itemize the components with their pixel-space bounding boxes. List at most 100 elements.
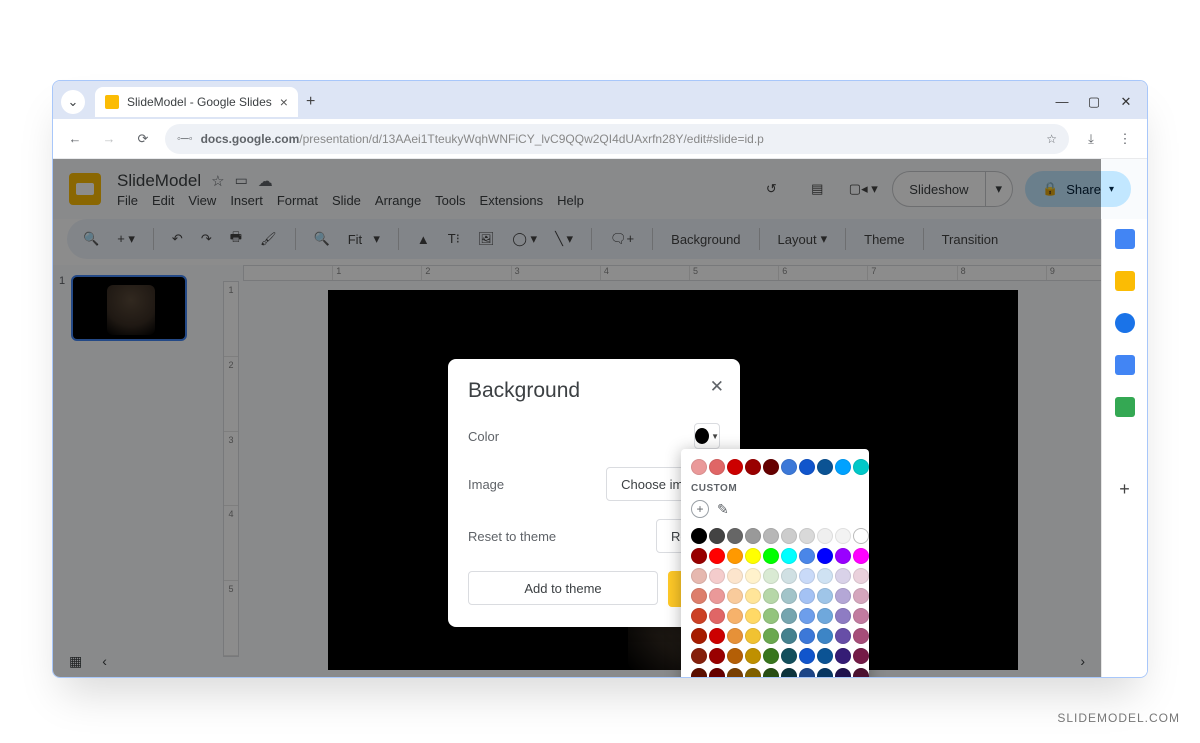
color-swatch[interactable]: [853, 628, 869, 644]
color-swatch[interactable]: [817, 608, 833, 624]
color-swatch[interactable]: [709, 628, 725, 644]
color-swatch[interactable]: [745, 668, 761, 678]
color-swatch[interactable]: [799, 628, 815, 644]
color-swatch[interactable]: [853, 588, 869, 604]
color-swatch[interactable]: [709, 459, 725, 475]
color-swatch[interactable]: [853, 668, 869, 678]
back-button[interactable]: ←: [63, 127, 87, 151]
add-to-theme-button[interactable]: Add to theme: [468, 571, 658, 605]
color-swatch[interactable]: [691, 528, 707, 544]
color-swatch[interactable]: [691, 608, 707, 624]
reload-button[interactable]: ⟳: [131, 127, 155, 151]
color-swatch[interactable]: [691, 568, 707, 584]
color-swatch[interactable]: [691, 648, 707, 664]
close-tab-icon[interactable]: ×: [280, 94, 288, 110]
dialog-close-icon[interactable]: ✕: [710, 377, 724, 397]
color-swatch[interactable]: [745, 628, 761, 644]
color-swatch[interactable]: [727, 548, 743, 564]
color-swatch[interactable]: [799, 568, 815, 584]
color-swatch[interactable]: [763, 668, 779, 678]
color-swatch[interactable]: [709, 528, 725, 544]
color-swatch[interactable]: [709, 608, 725, 624]
color-swatch[interactable]: [781, 568, 797, 584]
eyedropper-icon[interactable]: ✎: [717, 501, 729, 518]
add-custom-color-icon[interactable]: +: [691, 500, 709, 518]
color-swatch[interactable]: [835, 588, 851, 604]
color-swatch[interactable]: [817, 668, 833, 678]
color-swatch[interactable]: [781, 528, 797, 544]
color-swatch[interactable]: [763, 648, 779, 664]
color-swatch[interactable]: [835, 568, 851, 584]
color-swatch[interactable]: [835, 528, 851, 544]
color-swatch[interactable]: [727, 528, 743, 544]
site-info-icon[interactable]: ◦─◦: [177, 133, 193, 145]
calendar-icon[interactable]: [1115, 229, 1135, 249]
color-swatch[interactable]: [709, 588, 725, 604]
color-swatch[interactable]: [745, 459, 761, 475]
color-swatch[interactable]: [817, 588, 833, 604]
color-swatch[interactable]: [709, 548, 725, 564]
color-swatch[interactable]: [781, 459, 797, 475]
browser-menu-icon[interactable]: ⋮: [1113, 127, 1137, 151]
color-swatch[interactable]: [799, 668, 815, 678]
color-swatch[interactable]: [799, 608, 815, 624]
color-swatch[interactable]: [817, 548, 833, 564]
color-swatch[interactable]: [691, 628, 707, 644]
color-swatch[interactable]: [745, 548, 761, 564]
color-swatch[interactable]: [763, 628, 779, 644]
maps-icon[interactable]: [1115, 397, 1135, 417]
color-swatch[interactable]: [835, 648, 851, 664]
color-swatch[interactable]: [781, 648, 797, 664]
forward-button[interactable]: →: [97, 127, 121, 151]
color-swatch[interactable]: [817, 628, 833, 644]
color-swatch[interactable]: [799, 528, 815, 544]
color-swatch[interactable]: [853, 548, 869, 564]
color-swatch[interactable]: [763, 459, 779, 475]
color-swatch[interactable]: [745, 568, 761, 584]
color-swatch[interactable]: [781, 548, 797, 564]
color-swatch[interactable]: [835, 608, 851, 624]
color-swatch[interactable]: [853, 528, 869, 544]
color-swatch[interactable]: [727, 608, 743, 624]
color-swatch[interactable]: [817, 459, 833, 475]
color-swatch[interactable]: [727, 588, 743, 604]
star-icon[interactable]: ☆: [1046, 132, 1057, 146]
keep-icon[interactable]: [1115, 271, 1135, 291]
close-window-icon[interactable]: ✕: [1119, 94, 1133, 110]
color-swatch[interactable]: [709, 648, 725, 664]
color-swatch[interactable]: [853, 648, 869, 664]
color-swatch[interactable]: [853, 608, 869, 624]
color-swatch[interactable]: [799, 588, 815, 604]
color-swatch[interactable]: [799, 459, 815, 475]
color-swatch[interactable]: [799, 648, 815, 664]
color-swatch[interactable]: [745, 648, 761, 664]
addons-plus-icon[interactable]: +: [1119, 479, 1130, 500]
color-swatch[interactable]: [691, 459, 707, 475]
color-swatch[interactable]: [763, 588, 779, 604]
color-swatch[interactable]: [781, 668, 797, 678]
color-swatch[interactable]: [763, 528, 779, 544]
color-swatch[interactable]: [763, 608, 779, 624]
new-tab-button[interactable]: +: [306, 93, 315, 111]
color-swatch[interactable]: [691, 588, 707, 604]
browser-tab[interactable]: SlideModel - Google Slides ×: [95, 87, 298, 117]
color-swatch[interactable]: [817, 648, 833, 664]
color-swatch[interactable]: [763, 548, 779, 564]
color-swatch[interactable]: [853, 459, 869, 475]
color-swatch[interactable]: [799, 548, 815, 564]
color-swatch[interactable]: [727, 568, 743, 584]
color-swatch[interactable]: [817, 568, 833, 584]
color-swatch[interactable]: [691, 548, 707, 564]
color-swatch[interactable]: [727, 459, 743, 475]
color-swatch[interactable]: [781, 588, 797, 604]
color-swatch[interactable]: [763, 568, 779, 584]
color-swatch[interactable]: [781, 628, 797, 644]
color-swatch[interactable]: [727, 668, 743, 678]
maximize-icon[interactable]: ▢: [1087, 94, 1101, 110]
color-swatch[interactable]: [745, 528, 761, 544]
color-swatch[interactable]: [781, 608, 797, 624]
contacts-icon[interactable]: [1115, 355, 1135, 375]
color-swatch[interactable]: [727, 648, 743, 664]
color-swatch[interactable]: [745, 588, 761, 604]
downloads-icon[interactable]: ⤓: [1079, 127, 1103, 151]
